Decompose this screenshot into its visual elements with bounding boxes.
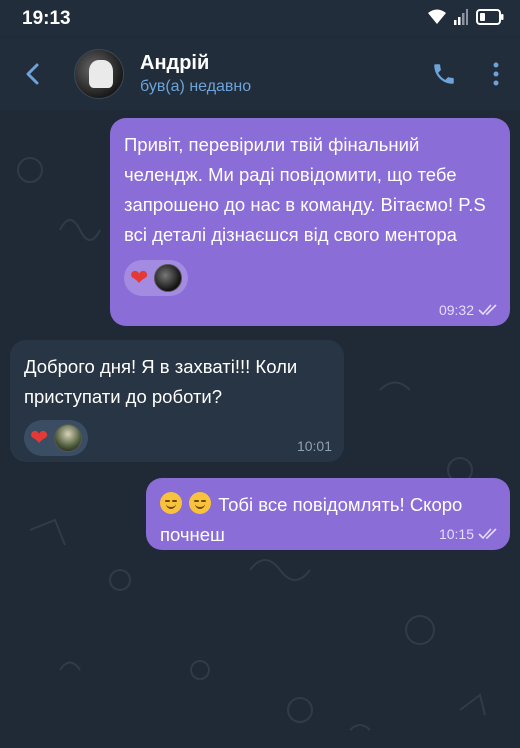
message-text: Доброго дня! Я в захваті!!! Коли приступ…	[24, 356, 298, 407]
double-check-icon	[478, 528, 497, 540]
message-bubble-outgoing[interactable]: Привіт, перевірили твій фінальний челенд…	[110, 118, 510, 326]
smiling-face-icon	[189, 492, 212, 514]
contact-status: був(а) недавно	[140, 78, 252, 95]
heart-reaction-icon[interactable]: ❤	[30, 425, 48, 451]
phone-icon	[434, 64, 454, 84]
heart-reaction-icon[interactable]: ❤	[130, 265, 148, 291]
reactor-avatar	[54, 424, 83, 452]
message-bubble-incoming[interactable]: Доброго дня! Я в захваті!!! Коли приступ…	[10, 340, 344, 462]
wifi-icon	[428, 9, 446, 30]
double-check-icon	[478, 304, 497, 316]
chat-header: Андрій був(а) недавно	[0, 38, 520, 110]
message-text: Привіт, перевірили твій фінальний челенд…	[124, 134, 486, 245]
more-vertical-icon	[493, 62, 499, 86]
more-options-button[interactable]	[472, 38, 520, 110]
contact-name: Андрій	[140, 52, 210, 74]
reactions-bar[interactable]: ❤	[124, 260, 189, 296]
message-meta: 09:32	[439, 302, 498, 318]
contact-avatar[interactable]	[74, 49, 124, 99]
chat-area[interactable]: Привіт, перевірили твій фінальний челенд…	[0, 110, 520, 748]
message-time: 09:32	[438, 302, 474, 318]
back-button[interactable]	[0, 38, 64, 110]
message-time: 10:01	[296, 438, 332, 454]
chevron-left-icon	[26, 63, 39, 85]
message-meta: 10:01	[297, 438, 332, 454]
message-meta: 10:15	[439, 526, 498, 542]
status-bar: 19:13	[0, 0, 520, 38]
signal-icon	[454, 8, 468, 30]
reactor-avatar	[154, 264, 183, 292]
status-time: 19:13	[22, 8, 71, 29]
message-bubble-outgoing[interactable]: Тобі все повідомлять! Скоро почнеш 10:15	[146, 478, 510, 550]
message-time: 10:15	[438, 526, 474, 542]
contact-info[interactable]: Андрій був(а) недавно	[140, 52, 251, 96]
battery-icon	[476, 8, 504, 30]
status-icons	[428, 8, 504, 30]
smiling-face-icon	[160, 492, 182, 514]
reactions-bar[interactable]: ❤	[24, 420, 89, 456]
call-button[interactable]	[416, 38, 472, 110]
